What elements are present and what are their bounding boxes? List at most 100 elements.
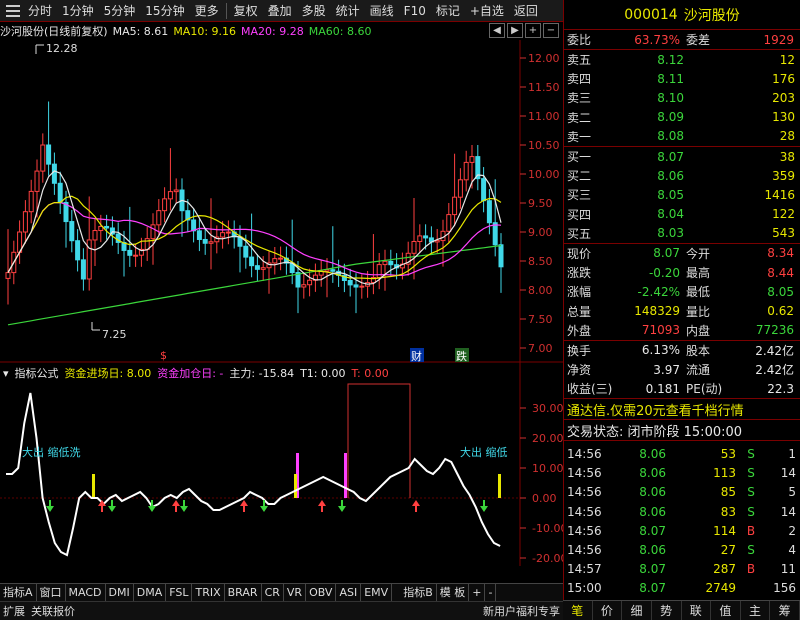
candle-body — [34, 170, 40, 192]
tab-brar[interactable]: BRAR — [225, 583, 262, 602]
tick-price: 8.06 — [639, 466, 666, 481]
zoom-out-icon[interactable]: − — [543, 23, 559, 38]
chevron-down-icon[interactable]: ▾ — [3, 367, 9, 380]
down-arrow-icon — [148, 506, 156, 512]
toolbar-f10[interactable]: F10 — [399, 0, 431, 22]
event-marker-s[interactable]: $ — [160, 349, 167, 362]
toolbar-15min[interactable]: 15分钟 — [140, 0, 189, 22]
tab-chips[interactable]: 筹 — [770, 601, 800, 620]
zoom-in-icon[interactable]: + — [525, 23, 541, 38]
tab-obv[interactable]: OBV — [306, 583, 337, 602]
tab-indicator-a[interactable]: 指标A — [0, 583, 37, 602]
tick-row: 14:56 8.06 113 S 14 — [564, 464, 800, 483]
candle-body — [359, 285, 365, 288]
quote-label2: 最高 — [686, 266, 711, 281]
promo-banner[interactable]: 通达信.仅需20元查看千档行情 — [564, 399, 800, 421]
tick-count: 156 — [773, 581, 796, 596]
tick-count: 14 — [780, 504, 796, 519]
candle-body — [173, 189, 179, 193]
quote-value: -2.42% — [637, 284, 680, 299]
tick-count: 5 — [788, 485, 796, 500]
tab-price[interactable]: 价 — [593, 601, 623, 620]
sell-orders: 卖五 8.12 12 卖四 8.11 176 卖三 8.10 203 卖二 8.09 130 卖… — [564, 50, 800, 147]
tab-fsl[interactable]: FSL — [166, 583, 193, 602]
candle-body — [92, 230, 98, 241]
toolbar-add-watchlist[interactable]: +自选 — [465, 0, 509, 22]
tab-main[interactable]: 主 — [741, 601, 771, 620]
tab-vr[interactable]: VR — [284, 583, 307, 602]
tick-time: 14:56 — [567, 504, 602, 519]
tab-cr[interactable]: CR — [262, 583, 284, 602]
toolbar-more[interactable]: 更多 — [190, 0, 224, 22]
tab-link[interactable]: 联 — [682, 601, 712, 620]
quote-label: 涨幅 — [567, 285, 592, 300]
indicator-tick-label: 0.00 — [532, 492, 557, 505]
next-icon[interactable]: ▶ — [507, 23, 523, 38]
quote-label: 总量 — [567, 304, 592, 319]
tab-dma[interactable]: DMA — [134, 583, 167, 602]
candle-body — [46, 144, 52, 165]
candle-body — [162, 198, 168, 212]
chart-controls: ◀ ▶ + − — [487, 23, 559, 38]
tab-window[interactable]: 窗口 — [37, 583, 66, 602]
tab-trend[interactable]: 势 — [652, 601, 682, 620]
menu-icon[interactable] — [6, 4, 20, 17]
candle-body — [260, 267, 266, 270]
tick-row: 14:56 8.06 85 S 5 — [564, 483, 800, 502]
buy-price: 8.03 — [657, 226, 684, 241]
toolbar-back[interactable]: 返回 — [509, 0, 543, 22]
tab-indicator-b[interactable]: 指标B — [400, 583, 437, 602]
sell-label: 卖五 — [567, 53, 592, 68]
tick-vol: 83 — [720, 504, 736, 519]
tab-macd[interactable]: MACD — [66, 583, 106, 602]
indicator-zl: 主力: -15.84 — [229, 367, 295, 380]
buy-price: 8.06 — [657, 168, 684, 183]
panel-bottom-tabs: 笔 价 细 势 联 值 主 筹 — [563, 600, 800, 620]
stat-row: 净资 3.97 流通 2.42亿 — [564, 360, 800, 379]
price-tick-label: 9.00 — [528, 226, 553, 239]
event-marker-die[interactable]: 跌 — [456, 349, 467, 363]
quote-label: 现价 — [567, 246, 592, 261]
tab-value[interactable]: 值 — [711, 601, 741, 620]
status-expand[interactable]: 扩展 — [0, 603, 28, 619]
candle-body — [225, 231, 231, 234]
candle-body — [417, 235, 423, 243]
event-marker-cai[interactable]: 财 — [411, 349, 422, 363]
tab-add[interactable]: + — [469, 583, 486, 602]
tick-count: 1 — [788, 446, 796, 461]
sell-price: 8.12 — [657, 52, 684, 67]
down-arrow-icon — [338, 506, 346, 512]
candle-body — [463, 161, 469, 181]
toolbar-stats[interactable]: 统计 — [331, 0, 365, 22]
quote-value2: 77236 — [755, 323, 794, 338]
toolbar-draw[interactable]: 画线 — [365, 0, 399, 22]
prev-icon[interactable]: ◀ — [489, 23, 505, 38]
tab-trix[interactable]: TRIX — [192, 583, 225, 602]
indicator-name[interactable]: 指标公式 — [15, 365, 59, 381]
tick-vol: 113 — [713, 466, 736, 481]
candle-body — [51, 163, 57, 184]
tab-detail[interactable]: 细 — [622, 601, 652, 620]
toolbar-1min[interactable]: 1分钟 — [57, 0, 99, 22]
candle-body — [254, 265, 260, 270]
tab-dmi[interactable]: DMI — [106, 583, 134, 602]
status-promo[interactable]: 新用户福利专享 — [480, 603, 563, 619]
status-related-quote[interactable]: 关联报价 — [28, 603, 78, 619]
tab-remove[interactable]: - — [485, 583, 497, 602]
tab-asi[interactable]: ASI — [336, 583, 362, 602]
toolbar-overlay[interactable]: 叠加 — [263, 0, 297, 22]
toolbar-multi[interactable]: 多股 — [297, 0, 331, 22]
candle-body — [196, 230, 202, 240]
toolbar-adjust[interactable]: 复权 — [229, 0, 263, 22]
tab-template[interactable]: 模 板 — [437, 583, 470, 602]
tab-ticks[interactable]: 笔 — [563, 601, 593, 620]
quote-label2: 内盘 — [686, 323, 711, 338]
price-tick-label: 11.50 — [528, 81, 560, 94]
toolbar-mark[interactable]: 标记 — [431, 0, 465, 22]
kline-chart[interactable]: 12.00 11.50 11.00 10.50 10.00 9.50 9.00 8.50 8.0… — [0, 40, 563, 566]
toolbar-5min[interactable]: 5分钟 — [99, 0, 141, 22]
tab-emv[interactable]: EMV — [361, 583, 393, 602]
tick-price: 8.07 — [639, 562, 666, 577]
signal-bar — [92, 474, 95, 498]
toolbar-intraday[interactable]: 分时 — [23, 0, 57, 22]
